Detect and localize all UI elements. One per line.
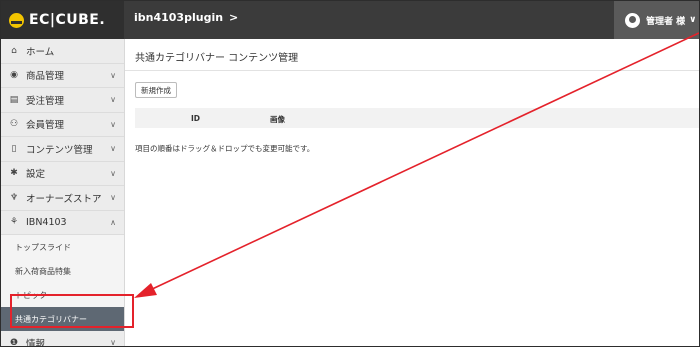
annotation-arrow-line xyxy=(147,32,699,292)
annotation-arrowhead-icon xyxy=(134,283,157,298)
annotation-arrow xyxy=(134,32,699,298)
screenshot-frame: EC|CUBE. ibn4103plugin > 管理者 様 ∨ ⌂ ホーム ◉ … xyxy=(0,0,700,347)
